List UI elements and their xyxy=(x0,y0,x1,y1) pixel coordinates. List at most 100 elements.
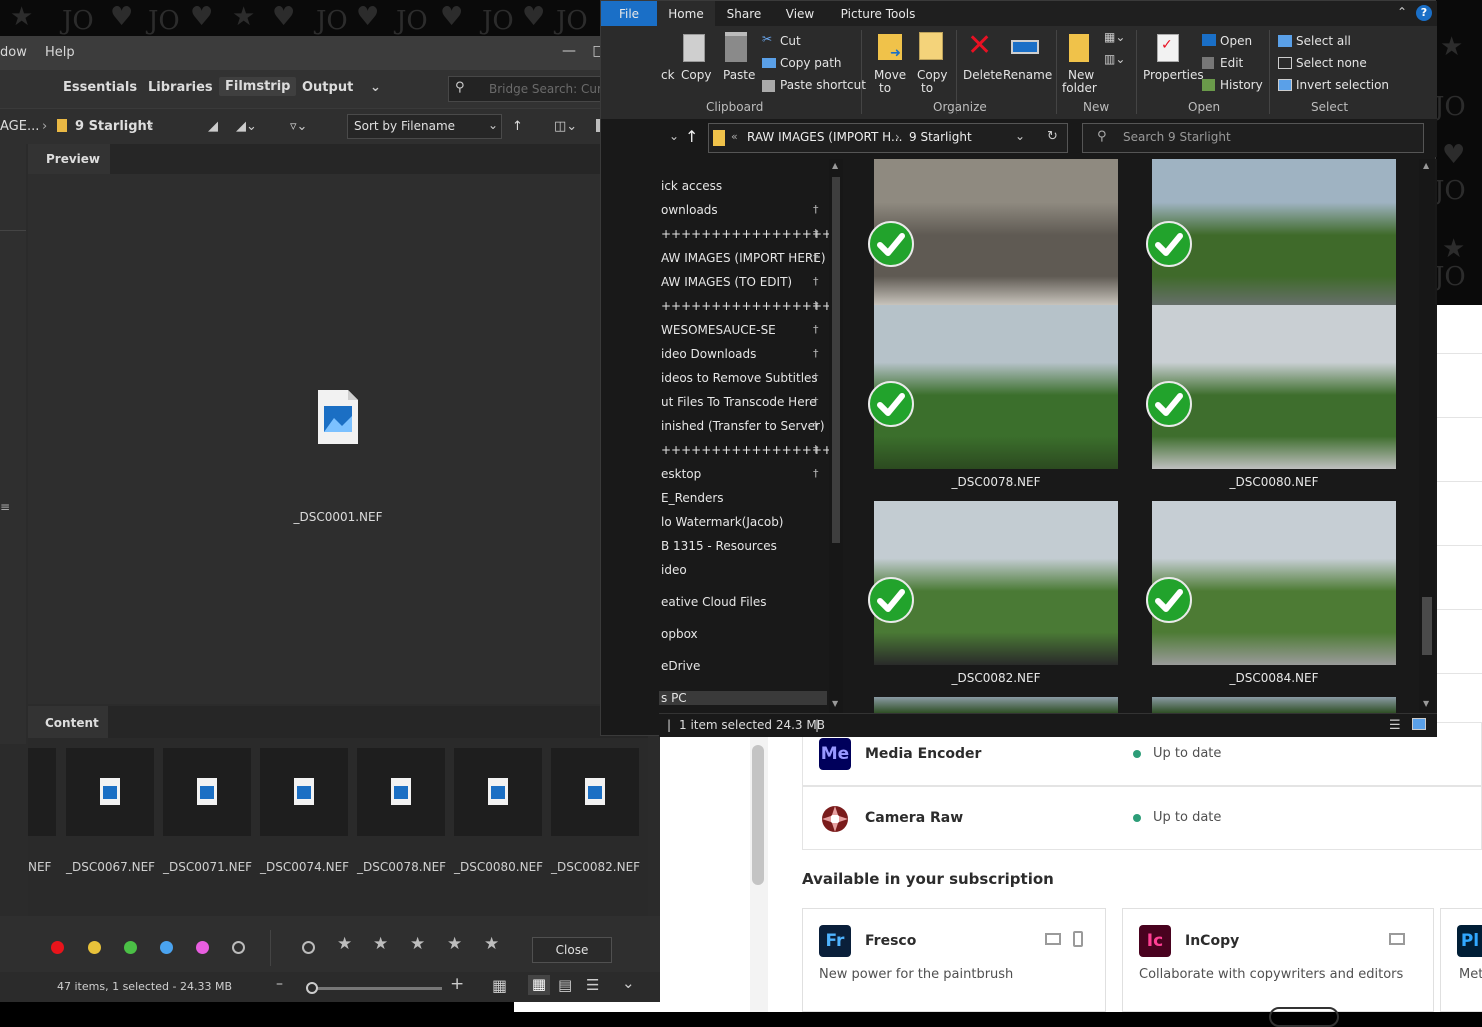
cut-icon[interactable]: ✂ xyxy=(762,32,772,46)
label-red-icon[interactable] xyxy=(51,941,64,954)
breadcrumb-parent[interactable]: AGE... xyxy=(0,119,39,134)
properties-icon[interactable]: ✓ xyxy=(1157,34,1179,62)
app-card-incopy[interactable]: Ic InCopy Collaborate with copywriters a… xyxy=(1122,908,1434,1027)
breadcrumb-9-starlight[interactable]: 9 Starlight xyxy=(909,130,972,144)
thumbnail[interactable] xyxy=(163,748,251,836)
thumbnail[interactable] xyxy=(357,748,445,836)
paste-button[interactable]: Paste xyxy=(723,68,755,82)
nav-item[interactable]: +++++++++++++++++++ xyxy=(661,227,829,241)
address-bar[interactable]: « RAW IMAGES (IMPORT H... › 9 Starlight … xyxy=(708,123,1068,153)
cut-button[interactable]: Cut xyxy=(780,34,801,48)
thumbnail-partial[interactable] xyxy=(28,748,56,836)
nav-item[interactable]: ideos to Remove Subtitles xyxy=(661,371,818,385)
collapse-ribbon-icon[interactable]: ⌃ xyxy=(1397,5,1407,19)
tab-share[interactable]: Share xyxy=(719,1,769,26)
refresh-icon[interactable]: ↻ xyxy=(1047,129,1058,144)
copy-path-button[interactable]: Copy path xyxy=(780,56,842,70)
select-all-icon[interactable] xyxy=(1278,35,1292,47)
filter-icon[interactable]: ▿⌄ xyxy=(290,119,307,134)
tab-home[interactable]: Home xyxy=(657,1,715,26)
easy-access-icon[interactable]: ▥⌄ xyxy=(1104,52,1125,66)
properties-button[interactable]: Properties xyxy=(1143,68,1204,82)
tab-picture-tools[interactable]: Picture Tools xyxy=(833,1,923,26)
select-all-button[interactable]: Select all xyxy=(1296,34,1351,48)
scroll-up-icon[interactable]: ▲ xyxy=(1423,161,1429,170)
new-item-icon[interactable]: ▦⌄ xyxy=(1104,30,1125,44)
grid-lock-icon[interactable]: ▦ xyxy=(492,976,507,995)
paste-shortcut-icon[interactable] xyxy=(762,80,775,92)
quality-icon[interactable]: ◢ xyxy=(208,119,218,134)
thumbnail[interactable] xyxy=(66,748,154,836)
scrollbar-thumb[interactable] xyxy=(1422,597,1432,655)
star-icon[interactable]: ★ xyxy=(447,934,462,954)
breadcrumb-raw-images[interactable]: RAW IMAGES (IMPORT H... xyxy=(747,130,902,144)
sort-direction-icon[interactable]: ↑ xyxy=(512,119,523,134)
thumbnail[interactable] xyxy=(260,748,348,836)
copy-to-button[interactable]: Copy xyxy=(917,68,947,82)
nav-item[interactable]: +++++++++++++++++++ xyxy=(661,299,829,313)
workspace-filmstrip[interactable]: Filmstrip xyxy=(219,77,297,96)
tab-preview[interactable]: Preview xyxy=(28,144,110,174)
rename-icon[interactable] xyxy=(1011,40,1039,54)
nav-scrollbar[interactable]: ▲ ▼ xyxy=(829,159,843,713)
label-green-icon[interactable] xyxy=(124,941,137,954)
move-to-button[interactable]: Move xyxy=(874,68,906,82)
cc-scrollbar-thumb[interactable] xyxy=(752,745,764,885)
slider-handle[interactable] xyxy=(306,982,318,994)
thumbnail-quality-icon[interactable]: ◢⌄ xyxy=(236,119,257,134)
star-icon[interactable]: ★ xyxy=(337,934,352,954)
scroll-down-icon[interactable]: ▼ xyxy=(832,699,838,708)
files-scrollbar[interactable]: ▲ ▼ xyxy=(1419,159,1435,713)
nav-item[interactable]: AW IMAGES (TO EDIT) xyxy=(661,275,792,289)
zoom-out-icon[interactable]: – xyxy=(276,976,283,992)
panel-menu-icon[interactable]: ≡ xyxy=(0,500,10,514)
help-icon[interactable]: ? xyxy=(1416,5,1432,21)
paste-shortcut-button[interactable]: Paste shortcut xyxy=(780,78,866,92)
nav-item[interactable]: AW IMAGES (IMPORT HERE) xyxy=(661,251,826,265)
no-label-icon[interactable] xyxy=(232,941,245,954)
no-rating-icon[interactable] xyxy=(302,941,315,954)
history-icon[interactable] xyxy=(1202,79,1215,91)
nav-item[interactable]: WESOMESAUCE-SE xyxy=(661,323,776,337)
new-folder-icon[interactable] xyxy=(1069,34,1089,62)
sort-dropdown[interactable]: Sort by Filename ⌄ xyxy=(347,114,502,139)
copy-to-icon[interactable] xyxy=(919,32,943,60)
up-arrow-icon[interactable]: ↑ xyxy=(685,127,698,146)
select-none-button[interactable]: Select none xyxy=(1296,56,1367,70)
copy-to-button-line2[interactable]: to xyxy=(921,81,933,95)
nav-item[interactable]: B 1315 - Resources xyxy=(661,539,777,553)
minimize-icon[interactable]: — xyxy=(554,40,584,62)
list-view-icon[interactable]: ☰ xyxy=(586,976,599,994)
label-blue-icon[interactable] xyxy=(160,941,173,954)
app-row-camera-raw[interactable]: Camera Raw Up to date xyxy=(802,786,1482,850)
photo-thumbnail[interactable] xyxy=(1152,697,1396,713)
nav-item[interactable]: ick access xyxy=(661,179,722,193)
explorer-search[interactable]: ⚲ Search 9 Starlight xyxy=(1082,123,1424,153)
details-view-icon[interactable]: ☰ xyxy=(1389,718,1401,733)
star-icon[interactable]: ★ xyxy=(484,934,499,954)
nav-item[interactable]: lo Watermark(Jacob) xyxy=(661,515,784,529)
install-button[interactable] xyxy=(1269,1007,1339,1027)
nav-item[interactable]: s PC xyxy=(659,691,827,705)
open-button[interactable]: Open xyxy=(1220,34,1252,48)
history-button[interactable]: History xyxy=(1220,78,1263,92)
details-view-icon[interactable]: ▤ xyxy=(558,976,572,994)
app-card-fresco[interactable]: Fr Fresco New power for the paintbrush xyxy=(802,908,1106,1012)
nav-item[interactable]: inished (Transfer to Server) xyxy=(661,419,825,433)
move-to-button-line2[interactable]: to xyxy=(879,81,891,95)
copy-icon[interactable] xyxy=(683,34,705,62)
menu-window[interactable]: dow xyxy=(0,45,27,60)
nav-item[interactable]: +++++++++++++++++++ xyxy=(661,443,829,457)
nav-item[interactable]: ideo xyxy=(661,563,687,577)
nav-item[interactable]: ideo Downloads xyxy=(661,347,756,361)
app-card-partial[interactable]: Pl Met xyxy=(1440,908,1482,1012)
nav-item[interactable]: eative Cloud Files xyxy=(661,595,767,609)
new-folder-button-line2[interactable]: folder xyxy=(1062,81,1097,95)
delete-icon[interactable]: ✕ xyxy=(967,28,992,63)
scroll-up-icon[interactable]: ▲ xyxy=(832,161,838,170)
tab-file[interactable]: File xyxy=(601,1,657,26)
zoom-in-icon[interactable]: + xyxy=(450,974,464,994)
chevron-down-icon[interactable]: ⌄ xyxy=(622,974,635,992)
workspace-output[interactable]: Output xyxy=(302,80,353,95)
recent-locations-icon[interactable]: ⌄ xyxy=(669,129,679,143)
